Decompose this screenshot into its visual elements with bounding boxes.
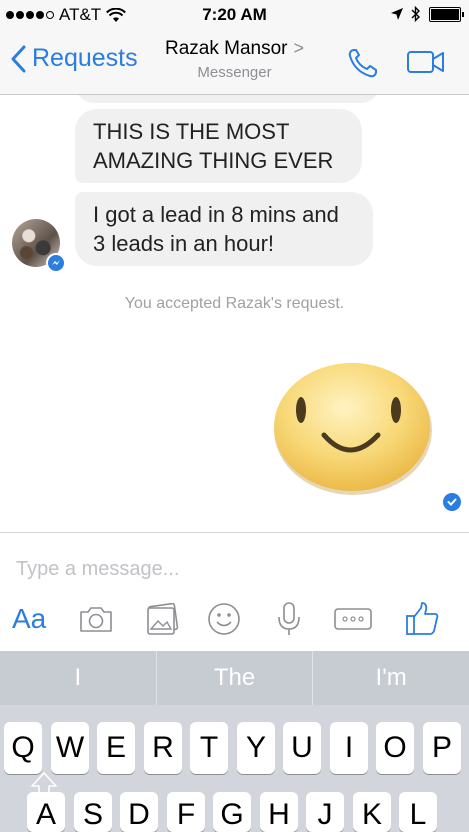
status-bar: AT&T 7:20 AM <box>0 0 469 32</box>
conversation-header: Requests Razak Mansor > Messenger <box>0 32 469 95</box>
contact-subtitle: Messenger <box>197 64 272 81</box>
suggestion-item[interactable]: I <box>0 651 157 705</box>
key-i[interactable]: I <box>330 722 368 774</box>
battery-icon <box>429 6 464 22</box>
gallery-icon <box>147 603 179 635</box>
messenger-badge-icon <box>46 253 66 273</box>
more-button[interactable] <box>333 599 373 639</box>
contact-title[interactable]: Razak Mansor > Messenger <box>0 38 469 81</box>
message-input[interactable] <box>14 551 448 587</box>
key-o[interactable]: O <box>376 722 414 774</box>
key-d[interactable]: D <box>120 792 158 832</box>
key-q[interactable]: Q <box>4 722 42 774</box>
smiley-sticker[interactable] <box>272 359 434 502</box>
bluetooth-icon <box>411 6 420 22</box>
camera-button[interactable] <box>78 599 114 639</box>
message-thread[interactable]: THIS IS THE MOST AMAZING THING EVER I go… <box>0 95 469 532</box>
composer-toolbar: Aa <box>0 599 469 643</box>
contact-name: Razak Mansor <box>164 38 288 59</box>
key-s[interactable]: S <box>74 792 112 832</box>
key-j[interactable]: J <box>306 792 344 832</box>
suggestion-item[interactable]: I'm <box>313 651 469 705</box>
key-e[interactable]: E <box>97 722 135 774</box>
suggestion-item[interactable]: The <box>157 651 314 705</box>
key-f[interactable]: F <box>167 792 205 832</box>
shift-arrow-icon <box>31 772 57 800</box>
key-t[interactable]: T <box>190 722 228 774</box>
key-l[interactable]: L <box>399 792 437 832</box>
message-bubble: THIS IS THE MOST AMAZING THING EVER <box>75 109 362 183</box>
video-camera-icon <box>407 51 444 73</box>
camera-icon <box>80 607 112 632</box>
avatar[interactable] <box>12 219 66 273</box>
key-r[interactable]: R <box>144 722 182 774</box>
video-call-button[interactable] <box>406 50 446 79</box>
thumbs-up-icon <box>406 602 439 635</box>
microphone-icon <box>278 602 300 635</box>
message-bubble: I got a lead in 8 mins and 3 leads in an… <box>75 192 373 266</box>
phone-icon <box>348 49 377 78</box>
key-w[interactable]: W <box>51 722 89 774</box>
more-icon <box>334 608 372 630</box>
key-h[interactable]: H <box>260 792 298 832</box>
previous-message-bubble <box>75 95 380 103</box>
location-arrow-icon <box>391 8 403 20</box>
gallery-button[interactable] <box>145 599 179 639</box>
emoji-icon <box>208 603 240 635</box>
key-u[interactable]: U <box>283 722 321 774</box>
call-button[interactable] <box>346 47 380 84</box>
like-button[interactable] <box>404 599 440 639</box>
system-note: You accepted Razak's request. <box>124 295 345 312</box>
key-g[interactable]: G <box>213 792 251 832</box>
keyboard: I The I'm Q W E R T Y U I O P A S D F G … <box>0 651 469 832</box>
key-p[interactable]: P <box>423 722 461 774</box>
chevron-right-icon: > <box>293 38 304 58</box>
status-right <box>391 6 464 22</box>
composer: Aa <box>0 532 469 652</box>
text-format-button[interactable]: Aa <box>12 599 46 639</box>
emoji-button[interactable] <box>207 599 241 639</box>
key-k[interactable]: K <box>353 792 391 832</box>
voice-button[interactable] <box>276 599 302 639</box>
seen-check-icon <box>443 493 461 511</box>
suggestion-bar: I The I'm <box>0 651 469 705</box>
key-y[interactable]: Y <box>237 722 275 774</box>
